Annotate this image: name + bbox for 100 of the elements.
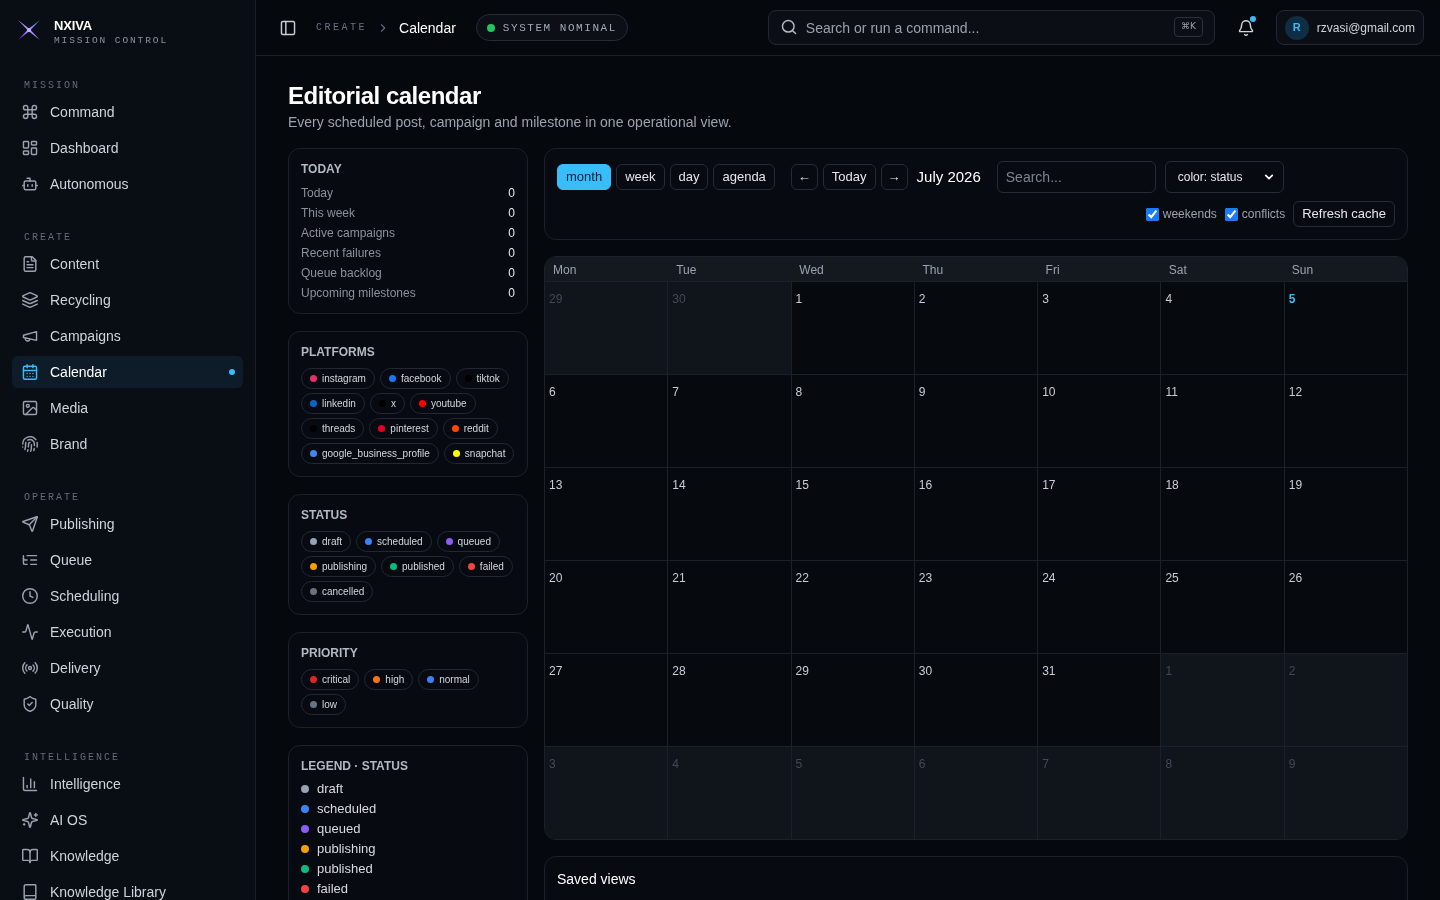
fingerprint-icon: [22, 436, 38, 452]
day-number: 27: [549, 664, 563, 678]
day-number: 31: [1042, 664, 1056, 678]
shield-check-icon: [22, 696, 38, 712]
nav-item[interactable]: Recycling: [12, 284, 243, 316]
nav-item[interactable]: Content: [12, 248, 243, 280]
nav-item[interactable]: Dashboard: [12, 132, 243, 164]
nav-item[interactable]: Media: [12, 392, 243, 424]
day-cell[interactable]: 2: [914, 282, 1038, 374]
nav-item[interactable]: Publishing: [12, 508, 243, 540]
day-cell[interactable]: 15: [791, 468, 914, 560]
day-number: 7: [1042, 757, 1049, 771]
weekday-label: Thu: [922, 263, 944, 277]
day-number: 26: [1288, 571, 1303, 585]
day-number: 14: [672, 478, 686, 492]
nav-item[interactable]: Campaigns: [12, 320, 243, 352]
nav-item[interactable]: Delivery: [12, 652, 243, 684]
day-cell[interactable]: 6: [545, 375, 668, 467]
day-cell[interactable]: 5: [1284, 282, 1407, 374]
nav-item[interactable]: Queue: [12, 544, 243, 576]
day-cell[interactable]: 30: [914, 654, 1038, 746]
color-select[interactable]: color: status: [1164, 161, 1284, 193]
checkbox[interactable]: [1145, 207, 1159, 221]
day-cell[interactable]: 19: [1284, 468, 1407, 560]
page-title: Editorial calendar: [288, 81, 482, 111]
day-cell[interactable]: 13: [545, 468, 668, 560]
day-number: 29: [549, 292, 563, 306]
nav-item[interactable]: Intelligence: [12, 768, 243, 800]
nav-item[interactable]: Knowledge Library: [12, 876, 243, 900]
day-cell[interactable]: 9: [914, 375, 1038, 467]
day-cell[interactable]: 28: [668, 654, 791, 746]
paper-plane-icon: [22, 516, 38, 532]
day-cell[interactable]: 1: [791, 282, 914, 374]
list-tree-icon: [22, 552, 38, 568]
view-tab[interactable]: agenda: [713, 164, 775, 190]
page-subtitle: Every scheduled post, campaign and milestone in one operational view.: [288, 113, 733, 132]
robot-icon: [22, 176, 38, 192]
legend-label: publishing: [317, 840, 376, 858]
nav-item[interactable]: Knowledge: [12, 840, 243, 872]
day-cell[interactable]: 12: [1284, 375, 1407, 467]
section-label: INTELLIGENCE: [23, 751, 121, 765]
day-cell[interactable]: 26: [1284, 561, 1407, 653]
user-menu-button[interactable]: R rzvasi@gmail.com: [1275, 10, 1424, 45]
day-cell[interactable]: 4: [1161, 282, 1284, 374]
day-cell[interactable]: 31: [1038, 654, 1161, 746]
bar-chart-icon: [22, 776, 38, 792]
day-cell[interactable]: 27: [545, 654, 668, 746]
search-field[interactable]: Search...: [996, 161, 1156, 193]
day-cell[interactable]: 24: [1038, 561, 1161, 653]
day-number: 10: [1042, 385, 1056, 399]
checkbox[interactable]: [1224, 207, 1238, 221]
refresh-button[interactable]: Refresh cache: [1293, 201, 1395, 227]
day-number: 13: [549, 478, 563, 492]
day-cell[interactable]: 3: [1038, 282, 1161, 374]
next-button[interactable]: →: [880, 164, 908, 190]
day-cell[interactable]: 18: [1161, 468, 1284, 560]
day-number: 15: [795, 478, 809, 492]
stat-value: 0: [508, 185, 515, 202]
nav-item[interactable]: Calendar: [12, 356, 243, 388]
today-button[interactable]: Today: [822, 164, 876, 190]
day-number: 2: [918, 292, 926, 306]
period-label: July 2026: [916, 167, 981, 187]
breadcrumb-link[interactable]: CREATE: [316, 20, 367, 35]
breadcrumb-current: Calendar: [399, 18, 456, 38]
day-cell[interactable]: 20: [545, 561, 668, 653]
megaphone-icon: [22, 328, 38, 344]
day-number: 25: [1165, 571, 1179, 585]
day-cell[interactable]: 14: [668, 468, 791, 560]
view-tab[interactable]: day: [669, 164, 709, 190]
day-cell[interactable]: 7: [668, 375, 791, 467]
day-cell[interactable]: 23: [914, 561, 1038, 653]
day-number: 22: [795, 571, 809, 585]
nav-item[interactable]: Autonomous: [12, 168, 243, 200]
day-number: 8: [1165, 757, 1173, 771]
day-cell[interactable]: 8: [791, 375, 914, 467]
day-cell[interactable]: 21: [668, 561, 791, 653]
day-number: 29: [795, 664, 809, 678]
panel-icon[interactable]: [280, 19, 296, 36]
nav-item[interactable]: Scheduling: [12, 580, 243, 612]
bell-icon[interactable]: [1237, 19, 1254, 36]
view-tab[interactable]: week: [616, 164, 665, 190]
nav-item[interactable]: Quality: [12, 688, 243, 720]
card-title: PLATFORMS: [301, 344, 376, 360]
command-icon: [22, 104, 38, 120]
day-cell[interactable]: 22: [791, 561, 914, 653]
day-cell[interactable]: 11: [1161, 375, 1284, 467]
previous-button[interactable]: ←: [790, 164, 818, 190]
day-cell[interactable]: 10: [1038, 375, 1161, 467]
clock-icon: [22, 588, 38, 604]
stat-value: 0: [508, 225, 515, 242]
day-cell[interactable]: 16: [914, 468, 1038, 560]
view-tab[interactable]: month: [557, 164, 612, 190]
nav-item[interactable]: Execution: [12, 616, 243, 648]
day-cell[interactable]: 25: [1161, 561, 1284, 653]
nav-item[interactable]: Command: [12, 96, 243, 128]
day-number: 6: [549, 385, 556, 399]
nav-item[interactable]: Brand: [12, 428, 243, 460]
day-cell[interactable]: 29: [791, 654, 914, 746]
day-cell[interactable]: 17: [1038, 468, 1161, 560]
nav-item[interactable]: AI OS: [12, 804, 243, 836]
